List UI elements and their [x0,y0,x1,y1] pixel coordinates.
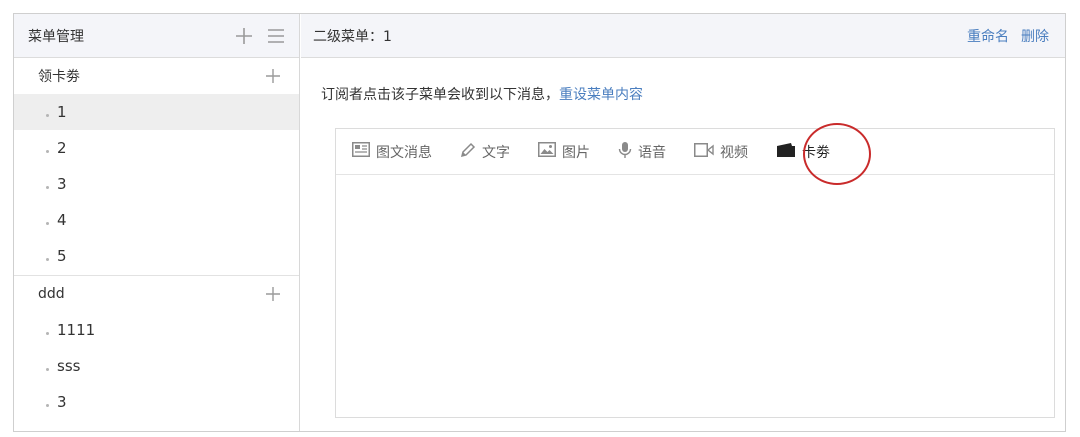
tab-text[interactable]: 文字 [460,142,510,162]
main-panel: 二级菜单：1 重命名 删除 订阅者点击该子菜单会收到以下消息，重设菜单内容 图文… [301,14,1065,431]
tab-label: 图文消息 [376,144,432,161]
tab-label: 视频 [720,144,748,161]
page-title: 二级菜单：1 [313,28,392,45]
bullet-icon [46,185,49,189]
submenu-label: sss [57,357,81,375]
submenu-label: 4 [57,211,67,229]
bullet-icon [46,149,49,153]
tab-video[interactable]: 视频 [694,142,748,162]
menu-group-label: 领卡劵 [38,69,80,85]
submenu-item[interactable]: 3 [14,166,299,202]
tab-voice[interactable]: 语音 [618,141,666,163]
tab-image[interactable]: 图片 [538,142,590,162]
main-header: 二级菜单：1 重命名 删除 [301,14,1065,58]
add-submenu-icon[interactable] [265,286,281,302]
tab-news[interactable]: 图文消息 [352,142,432,162]
submenu-item[interactable]: 1 [14,94,299,130]
submenu-item[interactable]: 3 [14,384,299,420]
tab-label: 语音 [638,144,666,161]
submenu-label: 1 [57,103,67,121]
submenu-item[interactable]: 1111 [14,312,299,348]
bullet-icon [46,403,49,407]
sidebar-header: 菜单管理 [14,14,299,58]
bullet-icon [46,257,49,261]
submenu-item[interactable]: sss [14,348,299,384]
bullet-icon [46,113,49,117]
bullet-icon [46,331,49,335]
submenu-label: 3 [57,175,67,193]
add-menu-icon[interactable] [233,25,255,47]
pencil-icon [460,142,482,162]
image-icon [538,142,562,161]
menu-group-2[interactable]: ddd [14,276,299,312]
menu-group-label: ddd [38,286,65,302]
tab-card[interactable]: 卡劵 [776,142,830,162]
message-editor: 图文消息 文字 图片 语音 视频 卡劵 [335,123,1055,418]
notice-text: 订阅者点击该子菜单会收到以下消息， [321,87,559,103]
sidebar-title: 菜单管理 [28,28,84,45]
submenu-item[interactable]: 2 [14,130,299,166]
submenu-item[interactable]: 4 [14,202,299,238]
notice: 订阅者点击该子菜单会收到以下消息，重设菜单内容 [321,84,643,104]
video-icon [694,142,720,161]
tab-label: 图片 [562,144,590,161]
submenu-label: 1111 [57,321,96,339]
bullet-icon [46,367,49,371]
sort-list-icon[interactable] [265,25,287,47]
submenu-item[interactable]: 5 [14,238,299,274]
sidebar: 菜单管理 领卡劵 1 2 3 4 5 ddd 1111 sss 3 [14,14,300,431]
message-type-tabs: 图文消息 文字 图片 语音 视频 卡劵 [336,123,1054,185]
submenu-label: 2 [57,139,67,157]
tab-label: 文字 [482,144,510,161]
microphone-icon [618,141,638,163]
rename-link[interactable]: 重命名 [967,26,1009,46]
card-icon [776,142,802,162]
menu-manager-window: 菜单管理 领卡劵 1 2 3 4 5 ddd 1111 sss 3 二级菜单：1… [13,13,1066,432]
submenu-label: 3 [57,393,67,411]
menu-group-1[interactable]: 领卡劵 [14,58,299,94]
submenu-label: 5 [57,247,67,265]
tab-label: 卡劵 [802,144,830,161]
add-submenu-icon[interactable] [265,68,281,84]
delete-link[interactable]: 删除 [1021,26,1049,46]
bullet-icon [46,221,49,225]
reset-content-link[interactable]: 重设菜单内容 [559,87,643,103]
news-icon [352,142,376,161]
